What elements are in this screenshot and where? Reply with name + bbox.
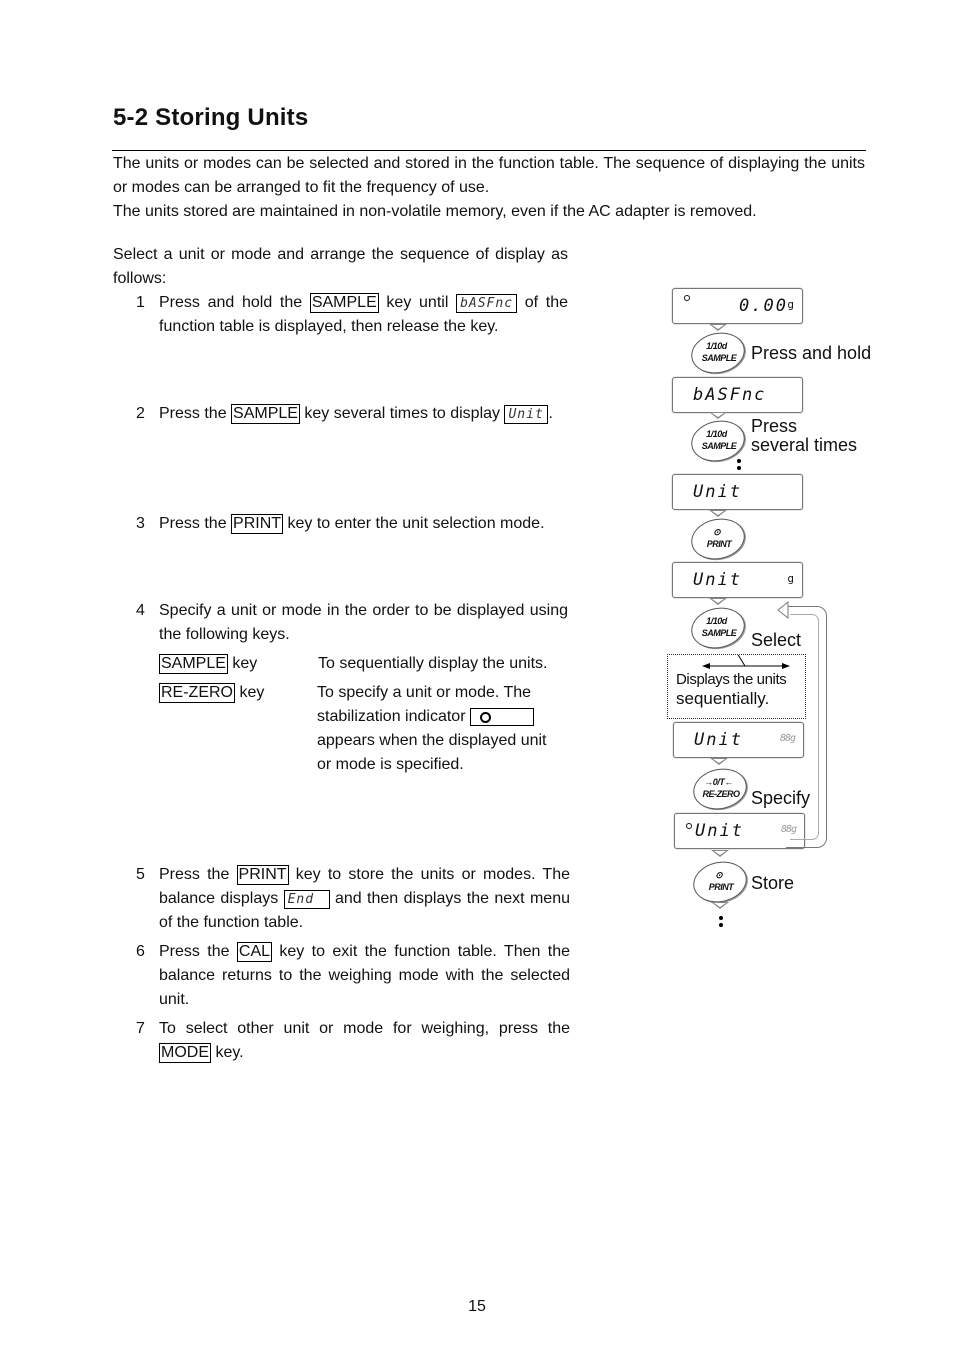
down-arrow-icon (711, 902, 729, 909)
step-number: 6 (136, 943, 145, 960)
title-rule (112, 150, 866, 151)
keys-table-desc-sample: To sequentially display the units. (318, 655, 548, 672)
loop-back-arrow-inner (790, 614, 819, 840)
section-title: 5-2 Storing Units (113, 104, 309, 131)
cal-key: CAL (236, 942, 273, 962)
step-text: . (548, 405, 553, 422)
step-text: Press the (159, 866, 237, 883)
print-key: PRINT (236, 865, 289, 885)
step-3: Press the PRINT key to enter the unit se… (159, 512, 579, 536)
print-key: PRINT (231, 514, 284, 534)
stability-dot-icon (684, 295, 690, 301)
intro-paragraph-1: The units or modes can be selected and s… (113, 155, 865, 196)
button-line1: 1/10d (706, 616, 727, 627)
step-number: 3 (136, 515, 145, 532)
button-line1: ⊙ (713, 527, 721, 538)
step-text: Press the (159, 515, 232, 532)
keys-table-row-rezero: RE-ZERO key (159, 681, 264, 705)
step-number: 1 (136, 294, 145, 311)
step-1: Press and hold the SAMPLE key until bASF… (159, 291, 568, 339)
display-unit-ghost: Unit 88g (673, 722, 804, 758)
button-line1: 1/10d (706, 341, 727, 352)
step-4: Specify a unit or mode in the order to b… (159, 602, 568, 643)
display-unit-g: Unit g (672, 562, 803, 598)
step-text: To select other unit or mode for weighin… (159, 1020, 570, 1037)
sample-button-icon: 1/10d SAMPLE (687, 327, 749, 379)
display-text: Unit (693, 482, 742, 502)
keys-table-desc-rezero: To specify a unit or mode. The stabiliza… (317, 681, 562, 777)
display-unit-1: Unit (672, 474, 803, 510)
desc-text: appears when the displayed unit or mode … (317, 732, 547, 773)
intro-paragraph-2: The units stored are maintained in non-v… (113, 203, 757, 220)
step-text: Press the (159, 943, 237, 960)
step-text: Press and hold the (159, 294, 310, 311)
button-line2: PRINT (708, 881, 734, 892)
button-line2: PRINT (706, 538, 732, 549)
display-basfnc: bASFnc (672, 377, 803, 413)
button-line1: →0/T← (704, 777, 733, 788)
sample-key: SAMPLE (309, 293, 379, 313)
stability-dot-icon (686, 823, 692, 829)
button-line2: RE-ZERO (702, 788, 740, 799)
continuation-dots-icon (737, 459, 741, 473)
down-arrow-icon (709, 324, 727, 331)
step-text: key to enter the unit selection mode. (283, 515, 545, 532)
intro-lead: Select a unit or mode and arrange the se… (113, 246, 568, 287)
print-button-icon: ⊙ PRINT (687, 513, 749, 565)
lcd-unit: Unit (504, 405, 549, 424)
down-arrow-icon (709, 412, 727, 419)
label-press-and-hold: Press and hold (751, 343, 872, 363)
rezero-button-icon: →0/T← RE-ZERO (689, 763, 751, 815)
button-line1: ⊙ (715, 870, 723, 881)
step-2: Press the SAMPLE key several times to di… (159, 402, 568, 426)
label-press: Press (751, 416, 798, 436)
step-text: key several times to display (299, 405, 505, 422)
rezero-key: RE-ZERO (159, 683, 235, 703)
down-arrow-icon (710, 758, 728, 765)
step-text: key until (378, 294, 457, 311)
label-store: Store (751, 873, 795, 893)
continuation-dots-icon (719, 916, 723, 930)
button-line2: SAMPLE (701, 440, 737, 451)
sample-button-icon: 1/10d SAMPLE (687, 602, 749, 654)
step-5: Press the PRINT key to store the units o… (159, 863, 570, 935)
stabilization-indicator-icon (469, 707, 534, 726)
print-button-icon: ⊙ PRINT (689, 856, 751, 908)
step-number: 7 (136, 1020, 145, 1037)
sample-key: SAMPLE (231, 404, 300, 424)
note-line-2: sequentially. (676, 689, 770, 708)
lcd-end: End (283, 890, 330, 909)
note-line-1: Displays the units (676, 671, 787, 688)
label-several-times: several times (751, 435, 858, 455)
step-number: 4 (136, 602, 145, 619)
display-weighing: 0.00 g (672, 288, 803, 324)
display-text: bASFnc (693, 385, 767, 405)
key-suffix: key (235, 684, 265, 701)
mode-key: MODE (159, 1043, 211, 1063)
display-text: Unit (695, 821, 744, 841)
button-line2: SAMPLE (701, 352, 737, 363)
page-number: 15 (468, 1298, 486, 1315)
button-line2: SAMPLE (701, 627, 737, 638)
display-text: Unit (693, 570, 742, 590)
key-suffix: key (227, 655, 258, 672)
keys-table-row-sample: SAMPLE key (159, 652, 257, 676)
step-number: 2 (136, 405, 145, 422)
display-unit: g (787, 572, 794, 585)
step-text: Press the (159, 405, 232, 422)
down-arrow-icon (709, 598, 727, 605)
display-unit: g (787, 298, 794, 311)
display-text: 0.00 (739, 296, 788, 316)
lcd-basfnc: bASFnc (456, 294, 518, 313)
button-line1: 1/10d (706, 429, 727, 440)
step-text: key. (211, 1044, 244, 1061)
step-7: To select other unit or mode for weighin… (159, 1017, 570, 1065)
down-arrow-icon (709, 510, 727, 517)
display-text: Unit (694, 730, 743, 750)
loop-arrowhead-icon (777, 600, 789, 620)
sample-key: SAMPLE (159, 654, 228, 674)
down-arrow-icon (711, 850, 729, 857)
step-number: 5 (136, 866, 145, 883)
step-6: Press the CAL key to exit the function t… (159, 940, 570, 1012)
